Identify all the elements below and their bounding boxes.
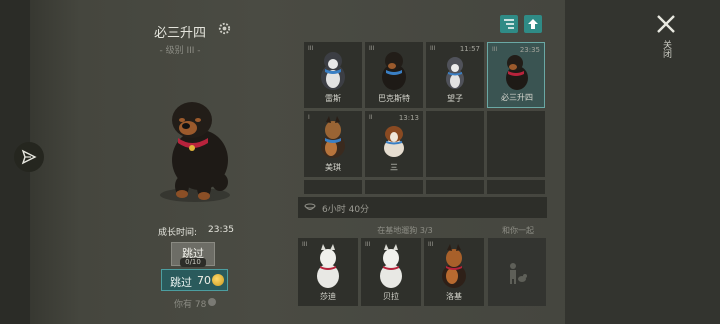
with-you-slot[interactable] bbox=[488, 238, 546, 306]
base-dog-card[interactable]: III 洛基 bbox=[424, 238, 484, 306]
rottweiler-portrait bbox=[172, 102, 228, 200]
dog-rank: II bbox=[369, 114, 373, 121]
dog-card-selected[interactable]: III 23:35 必三升四 bbox=[487, 42, 545, 108]
close-label[interactable]: 关闭 bbox=[661, 40, 671, 58]
dog-card[interactable]: III 巴克斯特 bbox=[365, 42, 423, 108]
skip-pay-button[interactable]: 跳过 70 bbox=[161, 269, 228, 291]
saint-bernard-icon bbox=[384, 126, 404, 157]
coin-icon bbox=[212, 274, 224, 286]
dog-card-name: 望子 bbox=[447, 94, 463, 103]
base-dog-name: 莎迪 bbox=[320, 292, 336, 301]
husky-puppy-icon bbox=[446, 57, 464, 89]
empty-slot bbox=[487, 180, 545, 194]
empty-slot bbox=[426, 111, 484, 177]
dog-rank: III bbox=[302, 241, 308, 248]
base-dog-card[interactable]: III 莎迪 bbox=[298, 238, 358, 306]
with-you-label: 和你一起 bbox=[502, 226, 534, 235]
bowl-icon bbox=[304, 203, 316, 210]
dog-card[interactable]: I 美琪 bbox=[304, 111, 362, 177]
skip-pay-label: 跳过 bbox=[170, 276, 192, 289]
empty-slot bbox=[487, 111, 545, 177]
dog-card[interactable]: III 11:57 望子 bbox=[426, 42, 484, 108]
right-panel-bg bbox=[565, 0, 720, 324]
person-with-dog-icon bbox=[510, 263, 527, 284]
dog-card-name: 必三升四 bbox=[501, 93, 533, 102]
base-dog-card[interactable]: III 贝拉 bbox=[361, 238, 421, 306]
walk-time-text: 6小时 40分 bbox=[322, 205, 370, 215]
dog-rank: I bbox=[308, 114, 310, 121]
empty-slot bbox=[426, 180, 484, 194]
empty-slot bbox=[365, 180, 423, 194]
close-icon[interactable] bbox=[654, 12, 678, 36]
sort-button[interactable] bbox=[500, 15, 518, 33]
empty-slot bbox=[304, 180, 362, 194]
arrow-up-icon bbox=[528, 19, 538, 29]
dog-card[interactable]: III 雷斯 bbox=[304, 42, 362, 108]
upgrade-button[interactable] bbox=[524, 15, 542, 33]
dog-card-name: 三 bbox=[390, 163, 398, 172]
dog-rank: III bbox=[428, 241, 434, 248]
dog-card-name: 雷斯 bbox=[325, 94, 341, 103]
rottweiler-icon bbox=[506, 55, 528, 90]
skip-counter: 0/10 bbox=[180, 258, 206, 267]
dog-name: 必三升四 bbox=[153, 26, 206, 41]
dog-level: - 级别 III - bbox=[159, 46, 201, 56]
rottweiler-icon bbox=[382, 52, 406, 90]
shepherd-icon bbox=[442, 244, 466, 288]
base-dog-name: 洛基 bbox=[446, 292, 462, 301]
skip-pay-cost: 70 bbox=[197, 274, 211, 287]
husky-icon bbox=[321, 52, 345, 90]
grow-time-label: 成长时间: bbox=[158, 228, 198, 238]
grow-time-value: 23:35 bbox=[208, 225, 234, 235]
dog-card-name: 美琪 bbox=[325, 163, 341, 172]
base-walk-label: 在基地遛狗 3/3 bbox=[377, 226, 433, 235]
currency-balance: 你有 78 bbox=[174, 300, 207, 310]
dogo-icon bbox=[317, 244, 339, 288]
dog-card[interactable]: II 13:13 三 bbox=[365, 111, 423, 177]
walk-time-bar: 6小时 40分 bbox=[298, 197, 547, 218]
sort-icon bbox=[504, 19, 514, 29]
gear-icon[interactable] bbox=[217, 21, 232, 36]
dog-card-name: 巴克斯特 bbox=[378, 94, 410, 103]
shepherd-icon bbox=[321, 116, 345, 158]
coin-small-icon bbox=[208, 298, 216, 306]
send-icon bbox=[21, 149, 37, 165]
dogo-icon bbox=[380, 244, 402, 288]
send-button[interactable] bbox=[14, 142, 44, 172]
dog-grid: III 雷斯 III 巴克斯特 III 11:57 望子 III 23:35 必… bbox=[304, 42, 545, 194]
dog-rank: III bbox=[365, 241, 371, 248]
base-dog-name: 贝拉 bbox=[383, 292, 399, 301]
